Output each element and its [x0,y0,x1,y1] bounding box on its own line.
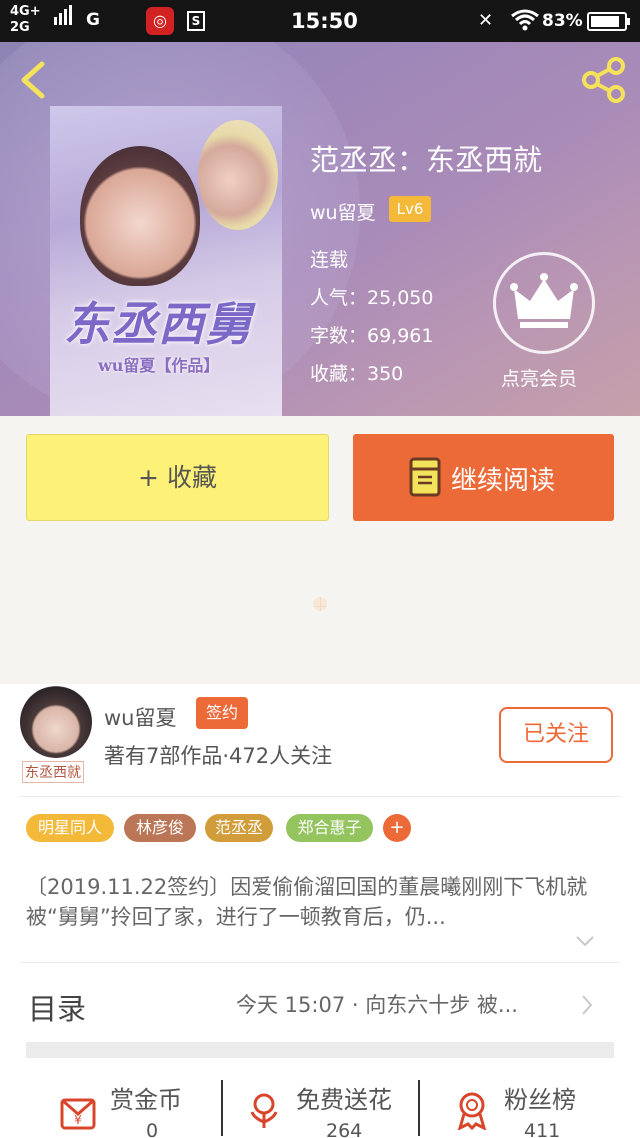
network-g-label: G [86,10,100,30]
app-s-icon: S [187,11,205,31]
tag-chip[interactable]: 明星同人 [26,814,114,842]
gift-coin-icon: ¥ [60,1098,96,1130]
book-summary[interactable]: 〔2019.11.22签约〕因爱偷偷溜回国的董晨曦刚刚下飞机就被“舅舅”拎回了家… [26,872,616,932]
battery-icon [587,12,630,31]
clock: 15:50 [291,9,358,33]
chevron-right-icon[interactable] [580,994,594,1016]
send-flower-value: 264 [326,1120,363,1138]
mute-icon: ✕ [478,10,494,31]
netease-music-icon: ◎ [146,7,174,35]
author-card-name[interactable]: wu留夏 [104,702,177,732]
reward-coin-item[interactable]: ¥ 赏金币 0 [58,1076,218,1138]
book-title: 范丞丞：东丞西就 [310,143,543,177]
divider [20,962,620,963]
cover-author: wu留夏【作品】 [98,356,220,375]
back-arrow-icon[interactable] [14,60,54,100]
follow-button[interactable]: 已关注 [499,707,613,763]
toc-latest-chapter[interactable]: 今天 15:07 · 向东六十步 被... [236,989,518,1019]
svg-text:¥: ¥ [74,1113,82,1127]
stats-row: ¥ 赏金币 0 免费送花 264 粉丝榜 411 [0,1076,640,1138]
continue-reading-label: 继续阅读 [451,466,556,496]
network-2g-label: 2G [10,20,30,35]
vip-button[interactable] [493,252,595,354]
medal-icon [457,1092,487,1130]
decorative-pattern-banner [0,526,640,682]
avatar[interactable] [20,686,92,758]
author-name[interactable]: wu留夏 [310,198,376,225]
add-favorite-button[interactable]: + 收藏 [26,434,329,521]
tag-chip[interactable]: 范丞丞 [205,814,273,842]
serial-status: 连载 [310,249,349,271]
continue-reading-button[interactable]: 继续阅读 [353,434,614,521]
tag-chip[interactable]: 郑合惠子 [286,814,373,842]
vip-label[interactable]: 点亮会员 [501,364,577,391]
signed-badge: 签约 [196,697,248,729]
cover-figure-male [198,120,278,230]
network-indicator: 4G+ 2G [10,4,41,36]
wifi-icon [511,9,539,31]
book-cover[interactable]: 东丞西舅 wu留夏【作品】 [50,106,282,416]
divider [20,796,620,797]
reward-coin-value: 0 [146,1120,159,1138]
cover-figure-female [80,146,200,286]
network-4g-label: 4G+ [10,4,41,19]
book-icon [409,457,441,497]
toc-label[interactable]: 目录 [28,986,86,1028]
tag-chip[interactable]: 林彦俊 [124,814,196,842]
reward-coin-label: 赏金币 [110,1086,182,1114]
send-flower-item[interactable]: 免费送花 264 [244,1076,414,1138]
level-badge: Lv6 [389,196,431,222]
status-bar: 4G+ 2G G ◎ S 15:50 ✕ 83% [0,0,640,42]
flower-icon [250,1093,278,1128]
popularity-stat: 人气：25,050 [310,287,434,309]
fan-ranking-label: 粉丝榜 [504,1086,576,1114]
section-separator [26,1042,614,1058]
signal-bars-icon [54,5,74,25]
avatar-tag: 东丞西就 [22,761,84,783]
divider [221,1080,223,1136]
word-count-stat: 字数：69,961 [310,325,434,347]
author-works-info: 著有7部作品·472人关注 [104,744,333,768]
divider [418,1080,420,1136]
chevron-down-icon[interactable] [575,934,595,948]
favorites-stat: 收藏：350 [310,363,404,385]
author-card: 东丞西就 wu留夏 签约 著有7部作品·472人关注 已关注 明星同人 林彦俊 … [0,684,640,1094]
share-icon[interactable] [580,56,628,104]
fan-ranking-item[interactable]: 粉丝榜 411 [452,1076,602,1138]
add-tag-button[interactable]: + [383,814,411,842]
fan-ranking-value: 411 [524,1120,561,1138]
cover-title: 东丞西舅 [64,297,252,351]
book-header: 东丞西舅 wu留夏【作品】 范丞丞：东丞西就 wu留夏 Lv6 连载 人气：25… [0,42,640,416]
send-flower-label: 免费送花 [296,1086,392,1114]
crown-icon [510,273,578,328]
battery-percent: 83% [542,11,583,31]
